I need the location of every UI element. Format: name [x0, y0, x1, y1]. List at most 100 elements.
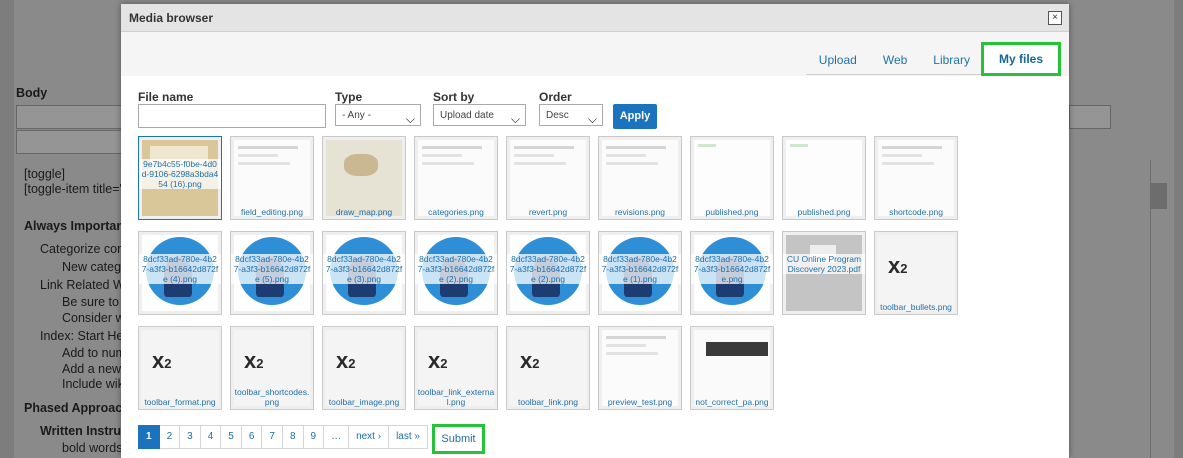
- file-item[interactable]: x2 toolbar_format.png: [138, 326, 222, 410]
- file-item[interactable]: x2 toolbar_link.png: [506, 326, 590, 410]
- file-thumbnail: [694, 140, 770, 216]
- order-select[interactable]: Desc ⌵: [539, 104, 603, 126]
- body-section-label: Body: [16, 86, 48, 100]
- file-name: 8dcf33ad-780e-4b27-a3f3-b16642d872fe (3)…: [323, 254, 405, 284]
- file-item[interactable]: not_correct_pa.png: [690, 326, 774, 410]
- type-select-value: - Any -: [342, 110, 371, 121]
- file-thumbnail: x2: [142, 330, 218, 406]
- file-thumbnail: x2: [878, 235, 954, 311]
- page-link[interactable]: last »: [389, 425, 428, 449]
- page-link[interactable]: 6: [241, 425, 263, 449]
- bg-line: Add a new: [62, 362, 122, 376]
- chevron-down-icon: ⌵: [405, 112, 415, 126]
- order-select-value: Desc: [546, 110, 569, 121]
- file-name: toolbar_shortcodes.png: [234, 387, 310, 407]
- sort-by-select[interactable]: Upload date ⌵: [433, 104, 526, 126]
- page-link[interactable]: 7: [262, 425, 283, 449]
- file-item[interactable]: 8dcf33ad-780e-4b27-a3f3-b16642d872fe (2)…: [414, 231, 498, 315]
- file-name: toolbar_format.png: [144, 397, 216, 407]
- page-current[interactable]: 1: [138, 425, 160, 449]
- file-thumbnail: [326, 140, 402, 216]
- bg-line: Include wik: [62, 377, 124, 391]
- file-name: 8dcf33ad-780e-4b27-a3f3-b16642d872fe.png: [691, 254, 773, 284]
- tab-library[interactable]: Library: [920, 48, 983, 74]
- file-thumbnail: [878, 140, 954, 216]
- file-item[interactable]: x2 toolbar_image.png: [322, 326, 406, 410]
- editor-toolbar-2: [16, 130, 124, 154]
- file-name: 8dcf33ad-780e-4b27-a3f3-b16642d872fe (1)…: [599, 254, 681, 284]
- file-name: draw_map.png: [335, 207, 393, 217]
- file-item[interactable]: 8dcf33ad-780e-4b27-a3f3-b16642d872fe (2)…: [506, 231, 590, 315]
- order-label: Order: [539, 90, 572, 104]
- bg-line: Add to num: [62, 346, 126, 360]
- tab-upload[interactable]: Upload: [806, 48, 870, 74]
- tab-web[interactable]: Web: [870, 48, 920, 74]
- file-name: 8dcf33ad-780e-4b27-a3f3-b16642d872fe (2)…: [507, 254, 589, 284]
- bg-line: [toggle-item title=": [24, 182, 124, 196]
- file-item[interactable]: 8dcf33ad-780e-4b27-a3f3-b16642d872fe (3)…: [322, 231, 406, 315]
- tab-my-files[interactable]: My files: [980, 42, 1062, 76]
- file-name: field_editing.png: [241, 207, 303, 217]
- file-thumbnail: [694, 330, 770, 406]
- file-name: toolbar_link.png: [517, 397, 578, 407]
- submit-button[interactable]: Submit: [432, 424, 485, 454]
- file-name: toolbar_image.png: [328, 397, 400, 407]
- tabs-bar: Upload Web Library My files: [121, 32, 1069, 76]
- bg-line: Be sure to: [62, 295, 119, 309]
- file-name: 8dcf33ad-780e-4b27-a3f3-b16642d872fe (2)…: [415, 254, 497, 284]
- page-link[interactable]: …: [324, 425, 350, 449]
- file-item[interactable]: revert.png: [506, 136, 590, 220]
- file-item[interactable]: 8dcf33ad-780e-4b27-a3f3-b16642d872fe.png: [690, 231, 774, 315]
- bg-line: Phased Approach: [24, 401, 130, 415]
- file-item[interactable]: 8dcf33ad-780e-4b27-a3f3-b16642d872fe (4)…: [138, 231, 222, 315]
- file-name: preview_test.png: [607, 397, 673, 407]
- file-name: revisions.png: [614, 207, 666, 217]
- page-link[interactable]: 9: [303, 425, 325, 449]
- file-thumbnail: [418, 140, 494, 216]
- file-item[interactable]: 8dcf33ad-780e-4b27-a3f3-b16642d872fe (1)…: [598, 231, 682, 315]
- file-thumbnail: [602, 140, 678, 216]
- file-name: published.png: [705, 207, 759, 217]
- page-link[interactable]: 2: [159, 425, 181, 449]
- editor-toolbar-right: [1069, 105, 1111, 129]
- page-link[interactable]: next ›: [349, 425, 390, 449]
- page-link[interactable]: 8: [282, 425, 304, 449]
- type-select[interactable]: - Any - ⌵: [335, 104, 421, 126]
- file-name: shortcode.png: [889, 207, 943, 217]
- editor-scrollbar-thumb[interactable]: [1151, 183, 1167, 209]
- bg-line: Written Instru: [40, 424, 122, 438]
- file-item[interactable]: categories.png: [414, 136, 498, 220]
- file-thumbnail: [786, 140, 862, 216]
- dialog-title: Media browser: [129, 11, 214, 25]
- file-thumbnail: [510, 140, 586, 216]
- file-item[interactable]: 8dcf33ad-780e-4b27-a3f3-b16642d872fe (5)…: [230, 231, 314, 315]
- bg-line: Consider w: [62, 311, 125, 325]
- file-item[interactable]: field_editing.png: [230, 136, 314, 220]
- apply-button[interactable]: Apply: [613, 104, 657, 129]
- file-item[interactable]: x2 toolbar_bullets.png: [874, 231, 958, 315]
- file-name: not_correct_pa.png: [695, 397, 769, 407]
- file-item[interactable]: draw_map.png: [322, 136, 406, 220]
- page-link[interactable]: 4: [200, 425, 222, 449]
- dialog-titlebar: Media browser ×: [121, 4, 1069, 32]
- file-item[interactable]: revisions.png: [598, 136, 682, 220]
- file-item[interactable]: 9e7b4c55-f0be-4d0d-9106-6298a3bda454 (16…: [138, 136, 222, 220]
- page-link[interactable]: 5: [221, 425, 242, 449]
- file-thumbnail: [602, 330, 678, 406]
- file-item[interactable]: shortcode.png: [874, 136, 958, 220]
- chevron-down-icon: ⌵: [587, 112, 597, 126]
- file-item[interactable]: published.png: [782, 136, 866, 220]
- file-item[interactable]: x2 toolbar_link_external.png: [414, 326, 498, 410]
- file-item[interactable]: x2 toolbar_shortcodes.png: [230, 326, 314, 410]
- file-name-label: File name: [138, 90, 194, 104]
- file-item[interactable]: published.png: [690, 136, 774, 220]
- file-thumbnail: x2: [510, 330, 586, 406]
- file-name: 9e7b4c55-f0be-4d0d-9106-6298a3bda454 (16…: [139, 159, 221, 189]
- file-item[interactable]: preview_test.png: [598, 326, 682, 410]
- file-item[interactable]: CU Online Program Discovery 2023.pdf: [782, 231, 866, 315]
- bg-line: Index: Start He: [40, 329, 124, 343]
- page-link[interactable]: 3: [180, 425, 201, 449]
- file-name-input[interactable]: [138, 104, 326, 128]
- file-thumbnail: [234, 140, 310, 216]
- close-icon[interactable]: ×: [1048, 11, 1062, 25]
